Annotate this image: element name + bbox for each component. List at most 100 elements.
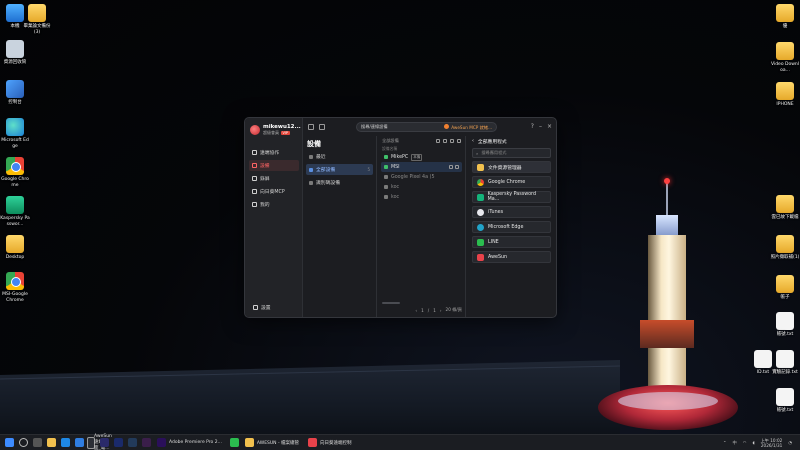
awesun-icon (477, 253, 484, 261)
desktop-icon-folder-zhangzi[interactable]: 帳子 (770, 275, 800, 301)
sidebar-toggle-icon[interactable] (308, 124, 314, 130)
desktop-icon-desktop-folder[interactable]: Desktop (0, 235, 30, 261)
control-panel-icon (6, 80, 24, 98)
filter-icon[interactable] (443, 139, 447, 143)
adobe-pr-icon[interactable] (142, 438, 151, 447)
desktop-icon-kaspersky[interactable]: Kaspersky Passwor... (0, 196, 30, 227)
offline-status-icon (384, 185, 388, 189)
system-tray: ⌃ 中 ◠ ◖ 上午 10:02 2026/1/31 ◔ (723, 438, 792, 448)
device-row-koc-1[interactable]: koc (381, 182, 462, 192)
desktop-icon-photo-capture[interactable]: 照片擷取補(1) (770, 235, 800, 261)
desktop-icon-thesis-backup[interactable]: 畢業論文備份(3) (22, 4, 52, 35)
add-device-icon[interactable] (457, 139, 461, 143)
desktop-icon-video-downloader[interactable]: Video Downloa... (770, 42, 800, 73)
prev-page-icon[interactable]: ‹ (415, 308, 417, 313)
document-icon (776, 350, 794, 368)
start-icon[interactable] (5, 438, 14, 447)
app-item-awesun[interactable]: AweSun (472, 251, 551, 263)
app-item-line[interactable]: LINE (472, 236, 551, 248)
desktop-icon-control-panel[interactable]: 控制台 (0, 80, 30, 106)
clock-icon (309, 154, 313, 159)
desktop-icon-msi-chrome[interactable]: MSI-Google Chrome (0, 272, 30, 303)
settings-button[interactable]: 設置 (253, 304, 271, 311)
notification-icon[interactable]: ◔ (788, 440, 792, 445)
desktop-icon-folder-you[interactable]: 優 (770, 4, 800, 30)
desktop-icon-iphone[interactable]: IPHONE (770, 82, 800, 108)
desktop-icon-edge[interactable]: Microsoft Edge (0, 118, 30, 149)
desktop-icon-cloud-downloads[interactable]: 雲已故下載檔 (770, 195, 800, 221)
taskbar-button-awesun[interactable]: 向日葵遠端控制 (305, 437, 355, 449)
sidebar-item-mcp[interactable]: 向日葵MCP (249, 186, 299, 197)
group-all-devices[interactable]: 全部設備 5 (306, 164, 373, 175)
device-search-input[interactable]: 搜尋/連線設備 AweSun MCP 就緒... (356, 122, 497, 132)
desktop-icon-account2-txt[interactable]: 帳號.txt (770, 388, 800, 414)
taskbar-button-awesun-remote[interactable]: AweSun遠端桌面_電... (87, 434, 112, 450)
app-item-itunes[interactable]: iTunes (472, 206, 551, 218)
clock[interactable]: 上午 10:02 2026/1/31 (761, 438, 783, 448)
topbar: 搜尋/連線設備 AweSun MCP 就緒... ? – × (303, 118, 556, 136)
wallpaper-tower-light (664, 178, 670, 184)
more-icon[interactable] (455, 165, 459, 169)
line-icon[interactable] (229, 438, 239, 447)
folder-icon (6, 235, 24, 253)
apps-search-input[interactable]: ⌕ 搜尋應用程式 (472, 148, 551, 158)
app-item-edge[interactable]: Microsoft Edge (472, 221, 551, 233)
vscode-icon[interactable] (75, 438, 84, 447)
page-size-select[interactable]: 20 條/頁 (446, 307, 462, 313)
apps-title: 全部應用程式 (477, 140, 507, 145)
wallpaper-tower-shaft (648, 235, 686, 395)
desktop-icon-account-txt[interactable]: 帳號.txt (770, 312, 800, 338)
group-recent[interactable]: 最近 (306, 151, 373, 162)
app-item-kaspersky[interactable]: Kaspersky Password Ma... (472, 191, 551, 203)
edge-icon (477, 223, 484, 231)
sidebar-item-remote[interactable]: 遠端協作 (249, 147, 299, 158)
file-explorer-icon[interactable] (47, 438, 56, 447)
sidebar-item-recording[interactable]: 錄屏 (249, 173, 299, 184)
taskbar-button-premiere[interactable]: Adobe Premiere Pro 2... (154, 437, 225, 449)
media-encoder-icon[interactable] (100, 438, 109, 447)
back-icon[interactable]: ‹ (472, 139, 474, 144)
desktop-icon-experiment-txt[interactable]: 實驗記錄.txt (770, 350, 800, 376)
search-icon[interactable] (19, 438, 28, 447)
taskbar-button-explorer[interactable]: AWESUN - 檔案總管 (242, 437, 302, 449)
apps-panel: ‹ 全部應用程式 ⌕ 搜尋應用程式 文件資源管理器 Google Chrome Ka… (467, 136, 556, 317)
sidebar-item-devices[interactable]: 設備 (249, 160, 299, 171)
offline-status-icon (384, 175, 388, 179)
volume-icon[interactable]: ◖ (752, 440, 754, 445)
device-list-panel: 全部設備 設備名稱 MikePC 本機 MSI Google Pixel 4a (… (378, 136, 466, 317)
adobe-ae-icon[interactable] (128, 438, 137, 447)
mcp-promo[interactable]: AweSun MCP 就緒... (444, 123, 492, 131)
chrome-icon (6, 157, 24, 175)
layout-icon[interactable] (319, 124, 325, 130)
device-row-msi[interactable]: MSI (381, 162, 462, 172)
sidebar-nav: 遠端協作 設備 錄屏 向日葵MCP 我的 (249, 147, 299, 212)
folder-icon (776, 4, 794, 22)
sidebar-item-mine[interactable]: 我的 (249, 199, 299, 210)
group-id-devices[interactable]: 識別碼設備 (306, 177, 373, 188)
chevron-up-icon[interactable]: ⌃ (723, 440, 727, 445)
desktop-icon-chrome[interactable]: Google Chrome (0, 157, 30, 188)
kaspersky-icon (477, 193, 484, 201)
next-page-icon[interactable]: › (440, 308, 442, 313)
online-status-icon (384, 165, 388, 169)
wifi-icon[interactable]: ◠ (743, 440, 747, 445)
device-row-mikepc[interactable]: MikePC 本機 (381, 152, 462, 162)
desktop-icon-recycle-bin[interactable]: 資源回收筒 (0, 40, 30, 66)
store-icon[interactable] (61, 438, 70, 447)
device-icon (252, 163, 257, 168)
user-profile[interactable]: mikewu12... 超級會員 VIP (250, 124, 301, 136)
horizontal-scrollbar[interactable] (382, 302, 400, 304)
refresh-icon[interactable] (436, 139, 440, 143)
minimize-icon[interactable]: – (539, 123, 542, 130)
sort-icon[interactable] (450, 139, 454, 143)
app-item-chrome[interactable]: Google Chrome (472, 176, 551, 188)
remote-control-icon[interactable] (449, 165, 453, 169)
task-view-icon[interactable] (33, 438, 42, 447)
device-row-pixel[interactable]: Google Pixel 4a (5 (381, 172, 462, 182)
help-icon[interactable]: ? (531, 123, 534, 130)
photoshop-icon[interactable] (114, 438, 123, 447)
input-language[interactable]: 中 (732, 440, 736, 446)
close-icon[interactable]: × (547, 123, 552, 130)
device-row-koc-2[interactable]: koc (381, 192, 462, 202)
app-item-file-explorer[interactable]: 文件資源管理器 (472, 161, 551, 173)
